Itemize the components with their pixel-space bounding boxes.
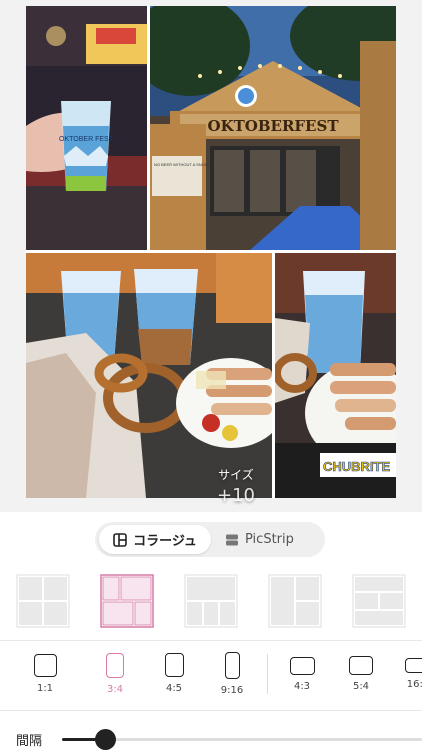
layout-top-wide-three-bottom-icon [184, 574, 238, 628]
ratio-1-1-icon [33, 654, 57, 677]
spacing-slider-thumb[interactable] [94, 729, 116, 750]
ratio-16-9-icon [404, 658, 422, 673]
layout-big-left-split[interactable] [100, 574, 154, 628]
collage-canvas[interactable]: OKTOBER FEST OKTOBERFEST NO BEER WITHOUT… [26, 6, 396, 506]
layout-big-left-split-icon [100, 574, 154, 628]
size-overlay-count: +10 [217, 485, 255, 506]
strip-icon [226, 534, 238, 545]
panel-divider [0, 640, 422, 641]
ratio-9-16[interactable]: 9:16 [207, 652, 257, 696]
panel-divider-bottom [0, 710, 422, 711]
layout-grid-2x2[interactable] [16, 574, 70, 628]
collage-photo-pretzels-beers[interactable] [26, 253, 272, 498]
gate-sign-text: OKTOBERFEST [208, 117, 340, 135]
ratio-4-5-label: 4:5 [165, 683, 183, 694]
ratio-4-3[interactable]: 4:3 [277, 652, 327, 692]
picstrip-mode-label: PicStrip [245, 532, 294, 547]
layout-grid-2x2-icon [16, 574, 70, 628]
collage-preview-area: OKTOBER FEST OKTOBERFEST NO BEER WITHOUT… [0, 0, 422, 512]
ratio-4-3-label: 4:3 [293, 681, 311, 692]
ratio-4-5[interactable]: 4:5 [149, 652, 199, 694]
ratio-1-1[interactable]: 1:1 [20, 652, 70, 694]
size-overlay-label: サイズ [218, 468, 254, 482]
editor-panel: コラージュ PicStrip 1:1 3:4 4:5 9:16 4:3 5:4 … [0, 512, 422, 750]
layout-stacked-rows[interactable] [352, 574, 406, 628]
shop-sign-text: CHUBRITE [323, 459, 390, 474]
collage-layout-icon [113, 532, 127, 547]
ratio-16-9-label: 16:9 [406, 679, 422, 690]
spacing-control: 間隔 [0, 712, 422, 750]
ratio-5-4-icon [349, 656, 373, 675]
ratio-5-4[interactable]: 5:4 [336, 652, 386, 692]
mode-switch: コラージュ PicStrip [95, 522, 325, 557]
collage-photo-beer-cup[interactable]: OKTOBER FEST [26, 6, 147, 250]
ratio-9-16-icon [224, 652, 240, 679]
spacing-slider-track[interactable] [62, 738, 422, 741]
collage-photo-sausages[interactable]: CHUBRITE [275, 253, 396, 498]
collage-mode-tab[interactable]: コラージュ [99, 525, 211, 554]
picstrip-mode-tab[interactable]: PicStrip [225, 525, 321, 554]
collage-mode-label: コラージュ [133, 534, 197, 549]
layout-stacked-rows-icon [352, 574, 406, 628]
ratio-3-4-label: 3:4 [106, 684, 124, 695]
layout-left-tall-two-right-icon [268, 574, 322, 628]
aspect-ratio-row: 1:1 3:4 4:5 9:16 4:3 5:4 16:9 [0, 652, 422, 704]
layout-top-wide-three-bottom[interactable] [184, 574, 238, 628]
ratio-16-9[interactable]: 16:9 [393, 652, 422, 690]
size-overlay: サイズ +10 [186, 466, 286, 506]
ratio-4-5-icon [164, 653, 184, 677]
ratio-9-16-label: 9:16 [220, 685, 244, 696]
ratio-separator [267, 654, 268, 694]
ratio-5-4-label: 5:4 [352, 681, 370, 692]
ratio-1-1-label: 1:1 [36, 683, 54, 694]
ratio-3-4-icon [106, 653, 124, 678]
layout-template-row [0, 572, 422, 640]
ratio-3-4[interactable]: 3:4 [90, 652, 140, 695]
spacing-label: 間隔 [16, 734, 43, 749]
ratio-4-3-icon [289, 657, 315, 675]
cup-brand-text: OKTOBER FEST [59, 136, 114, 143]
layout-left-tall-two-right[interactable] [268, 574, 322, 628]
collage-photo-oktoberfest-gate[interactable]: OKTOBERFEST NO BEER WITHOUT A SNOW BEER … [150, 6, 396, 250]
